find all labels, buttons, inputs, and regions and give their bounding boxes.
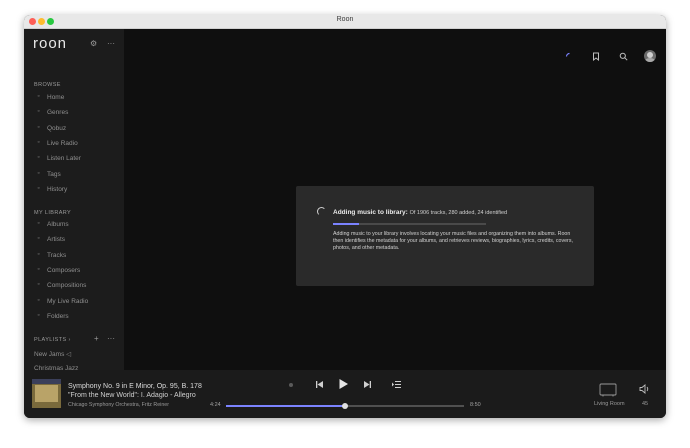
sidebar-item-folders[interactable]: ◦ Folders [34, 311, 122, 323]
title-bar: Roon [24, 15, 666, 29]
settings-icon[interactable]: ⚙ [90, 39, 97, 48]
next-track-icon[interactable] [363, 380, 372, 389]
track-artist[interactable]: Chicago Symphony Orchestra, Fritz Reiner [68, 402, 169, 408]
history-icon: ◦ [37, 184, 40, 192]
tracks-icon: ◦ [37, 250, 40, 258]
sidebar-item-label: Listen Later [47, 155, 81, 163]
sidebar-item-artists[interactable]: ◦ Artists [34, 234, 122, 246]
library-section-label: MY LIBRARY [34, 210, 72, 216]
queue-icon[interactable] [392, 380, 402, 389]
sidebar-item-label: Home [47, 94, 65, 101]
import-title: Adding music to library: [333, 209, 408, 216]
sidebar-item-compositions[interactable]: ◦ Compositions [34, 280, 122, 292]
sidebar-item-label: Artists [47, 236, 66, 244]
playlist-label: New Jams [34, 351, 65, 358]
window-title: Roon [336, 16, 354, 23]
radio-dot-icon[interactable] [289, 383, 293, 387]
sidebar-item-qobuz[interactable]: ◦ Qobuz [34, 123, 122, 135]
loading-spinner-icon [317, 207, 326, 216]
sidebar-item-label: Tracks [47, 251, 67, 259]
sidebar-item-label: Compositions [47, 282, 87, 290]
loading-spinner-icon [565, 52, 570, 57]
sidebar-item-tags[interactable]: ◦ Tags [34, 169, 122, 181]
folder-icon: ◦ [37, 311, 40, 319]
sidebar-item-home[interactable]: ◦ Home [34, 92, 122, 104]
sidebar-item-my-live-radio[interactable]: ◦ My Live Radio [34, 296, 122, 308]
play-icon[interactable] [338, 378, 349, 390]
sidebar-item-label: History [47, 185, 68, 193]
import-progress-fill [333, 223, 359, 225]
elapsed-time: 4:24 [210, 402, 221, 408]
seek-progress-fill [226, 405, 345, 407]
sidebar-item-listen-later[interactable]: ◦ Listen Later [34, 153, 122, 165]
sidebar-item-label: Folders [47, 312, 69, 320]
sidebar-item-label: Albums [47, 221, 69, 228]
sidebar-item-label: Qobuz [47, 124, 67, 132]
sidebar-item-label: Tags [47, 170, 61, 178]
previous-track-icon[interactable] [315, 380, 324, 389]
sidebar-item-live-radio[interactable]: ◦ Live Radio [34, 138, 122, 150]
avatar[interactable] [644, 50, 656, 62]
album-icon: ◦ [37, 220, 40, 227]
now-playing-bar: Symphony No. 9 in E Minor, Op. 95, B. 17… [24, 370, 666, 418]
sidebar-item-tracks[interactable]: ◦ Tracks [34, 250, 122, 262]
sidebar-item-label: Genres [47, 109, 69, 117]
album-cover[interactable] [32, 379, 61, 408]
import-progress-dialog: Adding music to library: Of 1906 tracks,… [296, 186, 594, 286]
track-title[interactable]: Symphony No. 9 in E Minor, Op. 95, B. 17… [68, 383, 202, 390]
seek-bar[interactable] [226, 402, 464, 409]
volume-level: 45 [642, 401, 649, 407]
track-duration: 8:50 [470, 402, 481, 408]
sidebar-item-composers[interactable]: ◦ Composers [34, 265, 122, 277]
app-window: Roon roon ⚙ ··· BROWSE ◦ Home ◦ Genres ◦ Qobu… [24, 15, 666, 418]
home-icon: ◦ [37, 93, 40, 100]
artist-icon: ◦ [37, 235, 40, 243]
zone-speaker-icon[interactable] [599, 383, 617, 397]
sidebar: roon ⚙ ··· BROWSE ◦ Home ◦ Genres ◦ Qobuz ◦ Liv… [24, 29, 124, 372]
main-content: Adding music to library: Of 1906 tracks,… [124, 29, 666, 370]
radio-icon: ◦ [37, 138, 40, 146]
playlist-item[interactable]: New Jams ◁ [34, 350, 71, 358]
seek-handle[interactable] [342, 402, 348, 409]
sidebar-item-label: Live Radio [47, 139, 78, 147]
compositions-icon: ◦ [37, 281, 40, 289]
volume-icon[interactable] [639, 384, 650, 394]
import-status-line: Adding music to library: Of 1906 tracks,… [333, 209, 507, 216]
composer-icon: ◦ [37, 265, 40, 273]
roon-logo[interactable]: roon [33, 35, 67, 52]
radio-icon: ◦ [37, 296, 40, 304]
import-description: Adding music to your library involves lo… [333, 231, 573, 252]
playlists-section-label[interactable]: PLAYLISTS › [34, 337, 71, 343]
sidebar-item-history[interactable]: ◦ History [34, 184, 122, 196]
add-playlist-icon[interactable]: + [94, 334, 99, 343]
clock-icon: ◦ [37, 154, 40, 162]
search-icon[interactable] [619, 52, 628, 61]
import-progress-bar [333, 223, 486, 225]
playlist-badge-icon: ◁ [66, 351, 72, 358]
zone-name[interactable]: Living Room [594, 401, 625, 407]
more-icon[interactable]: ··· [107, 39, 115, 48]
sidebar-item-albums[interactable]: ◦ Albums [34, 219, 122, 231]
qobuz-icon: ◦ [37, 123, 40, 131]
playlists-more-icon[interactable]: ··· [107, 334, 115, 343]
playlists-label: PLAYLISTS [34, 337, 67, 343]
import-counts: Of 1906 tracks, 280 added, 24 identified [409, 210, 508, 216]
browse-section-label: BROWSE [34, 82, 61, 88]
sidebar-item-label: My Live Radio [47, 297, 89, 305]
genres-icon: ◦ [37, 108, 40, 116]
chevron-right-icon: › [68, 337, 71, 343]
tag-icon: ◦ [37, 169, 40, 177]
bookmark-icon[interactable] [592, 52, 600, 61]
track-movement[interactable]: "From the New World": I. Adagio - Allegr… [68, 392, 196, 399]
sidebar-item-genres[interactable]: ◦ Genres [34, 107, 122, 119]
sidebar-item-label: Composers [47, 266, 81, 274]
